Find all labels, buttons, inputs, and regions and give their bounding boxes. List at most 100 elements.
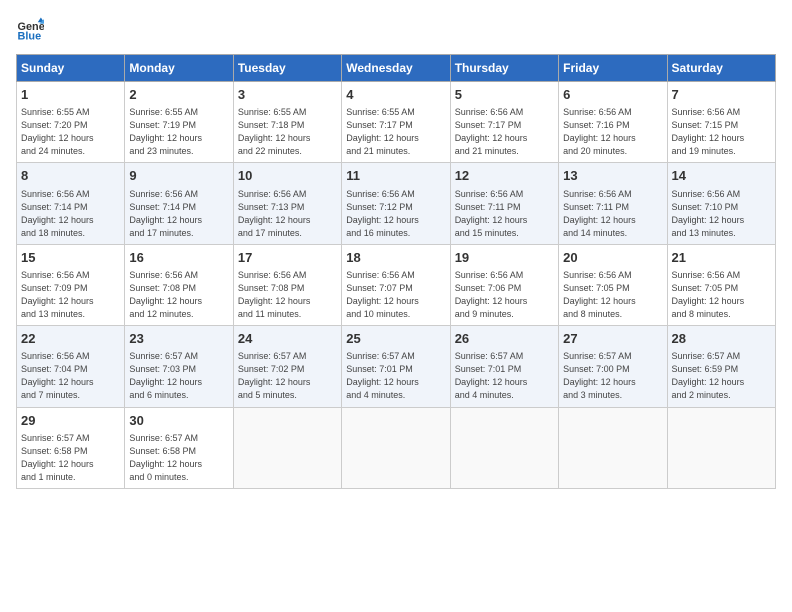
day-cell: 23 Sunrise: 6:57 AM Sunset: 7:03 PM Dayli… <box>125 326 233 407</box>
day-info: Sunrise: 6:57 AM Sunset: 7:00 PM Dayligh… <box>563 350 662 402</box>
day-info: Sunrise: 6:56 AM Sunset: 7:08 PM Dayligh… <box>238 269 337 321</box>
day-info: Sunrise: 6:57 AM Sunset: 6:59 PM Dayligh… <box>672 350 771 402</box>
day-info: Sunrise: 6:56 AM Sunset: 7:16 PM Dayligh… <box>563 106 662 158</box>
day-info: Sunrise: 6:57 AM Sunset: 7:01 PM Dayligh… <box>346 350 445 402</box>
day-info: Sunrise: 6:57 AM Sunset: 7:03 PM Dayligh… <box>129 350 228 402</box>
day-cell: 16Sunrise: 6:56 AM Sunset: 7:08 PM Dayli… <box>125 244 233 325</box>
header: General Blue <box>16 16 776 44</box>
day-number: 5 <box>455 86 554 104</box>
day-info: Sunrise: 6:56 AM Sunset: 7:14 PM Dayligh… <box>129 188 228 240</box>
day-info: Sunrise: 6:56 AM Sunset: 7:06 PM Dayligh… <box>455 269 554 321</box>
day-cell: 10 Sunrise: 6:56 AM Sunset: 7:13 PM Dayli… <box>233 163 341 244</box>
day-cell: 30Sunrise: 6:57 AM Sunset: 6:58 PM Dayli… <box>125 407 233 488</box>
day-number: 13 <box>563 167 662 185</box>
day-cell: 13 Sunrise: 6:56 AM Sunset: 7:11 PM Dayli… <box>559 163 667 244</box>
week-row-4: 22Sunrise: 6:56 AM Sunset: 7:04 PM Dayli… <box>17 326 776 407</box>
day-cell: 18 Sunrise: 6:56 AM Sunset: 7:07 PM Dayli… <box>342 244 450 325</box>
day-number: 12 <box>455 167 554 185</box>
day-number: 4 <box>346 86 445 104</box>
day-cell: 17 Sunrise: 6:56 AM Sunset: 7:08 PM Dayli… <box>233 244 341 325</box>
day-info: Sunrise: 6:57 AM Sunset: 7:01 PM Dayligh… <box>455 350 554 402</box>
day-cell: 29 Sunrise: 6:57 AM Sunset: 6:58 PM Dayli… <box>17 407 125 488</box>
day-cell: 8Sunrise: 6:56 AM Sunset: 7:14 PM Daylig… <box>17 163 125 244</box>
week-row-5: 29 Sunrise: 6:57 AM Sunset: 6:58 PM Dayli… <box>17 407 776 488</box>
day-cell: 3 Sunrise: 6:55 AM Sunset: 7:18 PM Daylig… <box>233 82 341 163</box>
day-info: Sunrise: 6:56 AM Sunset: 7:08 PM Dayligh… <box>129 269 228 321</box>
svg-text:Blue: Blue <box>18 30 42 42</box>
day-cell <box>233 407 341 488</box>
day-number: 30 <box>129 412 228 430</box>
day-number: 29 <box>21 412 120 430</box>
day-cell: 12 Sunrise: 6:56 AM Sunset: 7:11 PM Dayli… <box>450 163 558 244</box>
day-number: 20 <box>563 249 662 267</box>
weekday-header-friday: Friday <box>559 55 667 82</box>
logo: General Blue <box>16 16 52 44</box>
day-info: Sunrise: 6:56 AM Sunset: 7:05 PM Dayligh… <box>672 269 771 321</box>
day-info: Sunrise: 6:55 AM Sunset: 7:19 PM Dayligh… <box>129 106 228 158</box>
day-cell <box>342 407 450 488</box>
day-cell: 11 Sunrise: 6:56 AM Sunset: 7:12 PM Dayli… <box>342 163 450 244</box>
day-info: Sunrise: 6:56 AM Sunset: 7:14 PM Dayligh… <box>21 188 120 240</box>
day-info: Sunrise: 6:56 AM Sunset: 7:10 PM Dayligh… <box>672 188 771 240</box>
day-cell: 27 Sunrise: 6:57 AM Sunset: 7:00 PM Dayli… <box>559 326 667 407</box>
day-number: 24 <box>238 330 337 348</box>
day-cell: 21 Sunrise: 6:56 AM Sunset: 7:05 PM Dayli… <box>667 244 775 325</box>
logo-icon: General Blue <box>16 16 44 44</box>
day-cell: 14 Sunrise: 6:56 AM Sunset: 7:10 PM Dayli… <box>667 163 775 244</box>
day-number: 26 <box>455 330 554 348</box>
day-info: Sunrise: 6:56 AM Sunset: 7:12 PM Dayligh… <box>346 188 445 240</box>
day-info: Sunrise: 6:56 AM Sunset: 7:07 PM Dayligh… <box>346 269 445 321</box>
weekday-header-wednesday: Wednesday <box>342 55 450 82</box>
day-info: Sunrise: 6:57 AM Sunset: 7:02 PM Dayligh… <box>238 350 337 402</box>
day-info: Sunrise: 6:56 AM Sunset: 7:11 PM Dayligh… <box>455 188 554 240</box>
weekday-header-saturday: Saturday <box>667 55 775 82</box>
day-cell: 15 Sunrise: 6:56 AM Sunset: 7:09 PM Dayli… <box>17 244 125 325</box>
week-row-2: 8Sunrise: 6:56 AM Sunset: 7:14 PM Daylig… <box>17 163 776 244</box>
weekday-header-thursday: Thursday <box>450 55 558 82</box>
day-info: Sunrise: 6:56 AM Sunset: 7:04 PM Dayligh… <box>21 350 120 402</box>
day-info: Sunrise: 6:56 AM Sunset: 7:13 PM Dayligh… <box>238 188 337 240</box>
day-number: 15 <box>21 249 120 267</box>
day-info: Sunrise: 6:56 AM Sunset: 7:09 PM Dayligh… <box>21 269 120 321</box>
day-cell: 6 Sunrise: 6:56 AM Sunset: 7:16 PM Daylig… <box>559 82 667 163</box>
weekday-header-tuesday: Tuesday <box>233 55 341 82</box>
day-number: 3 <box>238 86 337 104</box>
day-info: Sunrise: 6:57 AM Sunset: 6:58 PM Dayligh… <box>21 432 120 484</box>
day-number: 6 <box>563 86 662 104</box>
day-cell: 4 Sunrise: 6:55 AM Sunset: 7:17 PM Daylig… <box>342 82 450 163</box>
day-cell: 24 Sunrise: 6:57 AM Sunset: 7:02 PM Dayli… <box>233 326 341 407</box>
day-number: 17 <box>238 249 337 267</box>
day-number: 21 <box>672 249 771 267</box>
day-number: 9 <box>129 167 228 185</box>
day-cell: 7 Sunrise: 6:56 AM Sunset: 7:15 PM Daylig… <box>667 82 775 163</box>
day-number: 28 <box>672 330 771 348</box>
day-number: 23 <box>129 330 228 348</box>
day-number: 10 <box>238 167 337 185</box>
day-cell: 28 Sunrise: 6:57 AM Sunset: 6:59 PM Dayli… <box>667 326 775 407</box>
day-number: 18 <box>346 249 445 267</box>
day-cell: 22Sunrise: 6:56 AM Sunset: 7:04 PM Dayli… <box>17 326 125 407</box>
day-cell: 5Sunrise: 6:56 AM Sunset: 7:17 PM Daylig… <box>450 82 558 163</box>
day-cell: 9 Sunrise: 6:56 AM Sunset: 7:14 PM Daylig… <box>125 163 233 244</box>
week-row-1: 1 Sunrise: 6:55 AM Sunset: 7:20 PM Daylig… <box>17 82 776 163</box>
day-number: 1 <box>21 86 120 104</box>
day-cell <box>667 407 775 488</box>
day-number: 25 <box>346 330 445 348</box>
day-info: Sunrise: 6:56 AM Sunset: 7:15 PM Dayligh… <box>672 106 771 158</box>
day-cell: 25 Sunrise: 6:57 AM Sunset: 7:01 PM Dayli… <box>342 326 450 407</box>
day-number: 19 <box>455 249 554 267</box>
day-cell: 2Sunrise: 6:55 AM Sunset: 7:19 PM Daylig… <box>125 82 233 163</box>
day-number: 14 <box>672 167 771 185</box>
day-info: Sunrise: 6:56 AM Sunset: 7:05 PM Dayligh… <box>563 269 662 321</box>
calendar-table: SundayMondayTuesdayWednesdayThursdayFrid… <box>16 54 776 489</box>
day-number: 27 <box>563 330 662 348</box>
day-info: Sunrise: 6:55 AM Sunset: 7:18 PM Dayligh… <box>238 106 337 158</box>
weekday-header-sunday: Sunday <box>17 55 125 82</box>
day-info: Sunrise: 6:55 AM Sunset: 7:20 PM Dayligh… <box>21 106 120 158</box>
day-cell: 1 Sunrise: 6:55 AM Sunset: 7:20 PM Daylig… <box>17 82 125 163</box>
day-number: 11 <box>346 167 445 185</box>
day-info: Sunrise: 6:55 AM Sunset: 7:17 PM Dayligh… <box>346 106 445 158</box>
day-info: Sunrise: 6:56 AM Sunset: 7:11 PM Dayligh… <box>563 188 662 240</box>
day-number: 7 <box>672 86 771 104</box>
week-row-3: 15 Sunrise: 6:56 AM Sunset: 7:09 PM Dayli… <box>17 244 776 325</box>
